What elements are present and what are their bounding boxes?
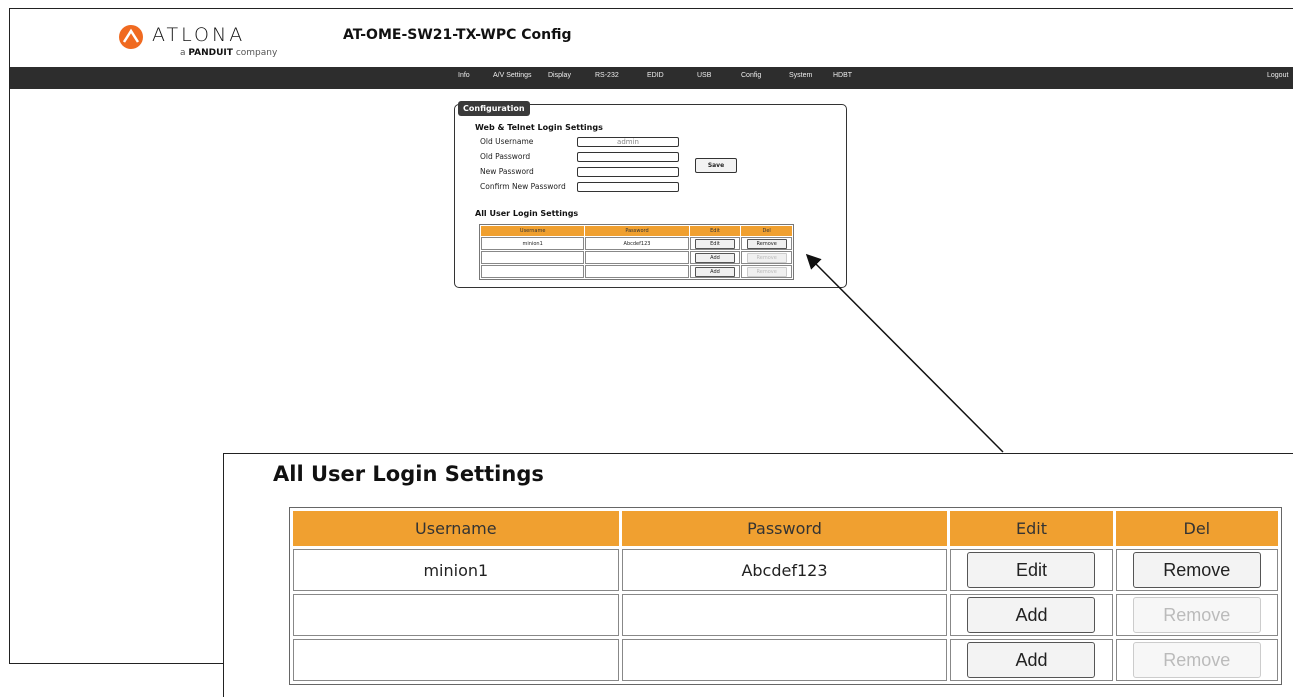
col-del: Del xyxy=(1115,511,1278,546)
edit-button[interactable]: Edit xyxy=(967,552,1096,588)
password-cell xyxy=(621,639,948,681)
password-cell: Abcdef123 xyxy=(621,549,948,591)
add-button[interactable]: Add xyxy=(967,642,1096,678)
username-cell xyxy=(293,594,619,636)
remove-button[interactable]: Remove xyxy=(1132,552,1261,588)
remove-button: Remove xyxy=(1132,642,1261,678)
remove-button: Remove xyxy=(1132,597,1261,633)
zoom-section-title: All User Login Settings xyxy=(273,462,544,486)
password-cell xyxy=(621,594,948,636)
col-password: Password xyxy=(621,511,948,546)
col-username: Username xyxy=(293,511,619,546)
add-button[interactable]: Add xyxy=(967,597,1096,633)
table-row: minion1 Abcdef123 Edit Remove xyxy=(293,549,1278,591)
user-table-zoomed: Username Password Edit Del minion1 Abcde… xyxy=(289,507,1282,685)
username-cell: minion1 xyxy=(293,549,619,591)
col-edit: Edit xyxy=(950,511,1113,546)
table-row: Add Remove xyxy=(293,594,1278,636)
table-header-row: Username Password Edit Del xyxy=(293,511,1278,546)
username-cell xyxy=(293,639,619,681)
table-row: Add Remove xyxy=(293,639,1278,681)
